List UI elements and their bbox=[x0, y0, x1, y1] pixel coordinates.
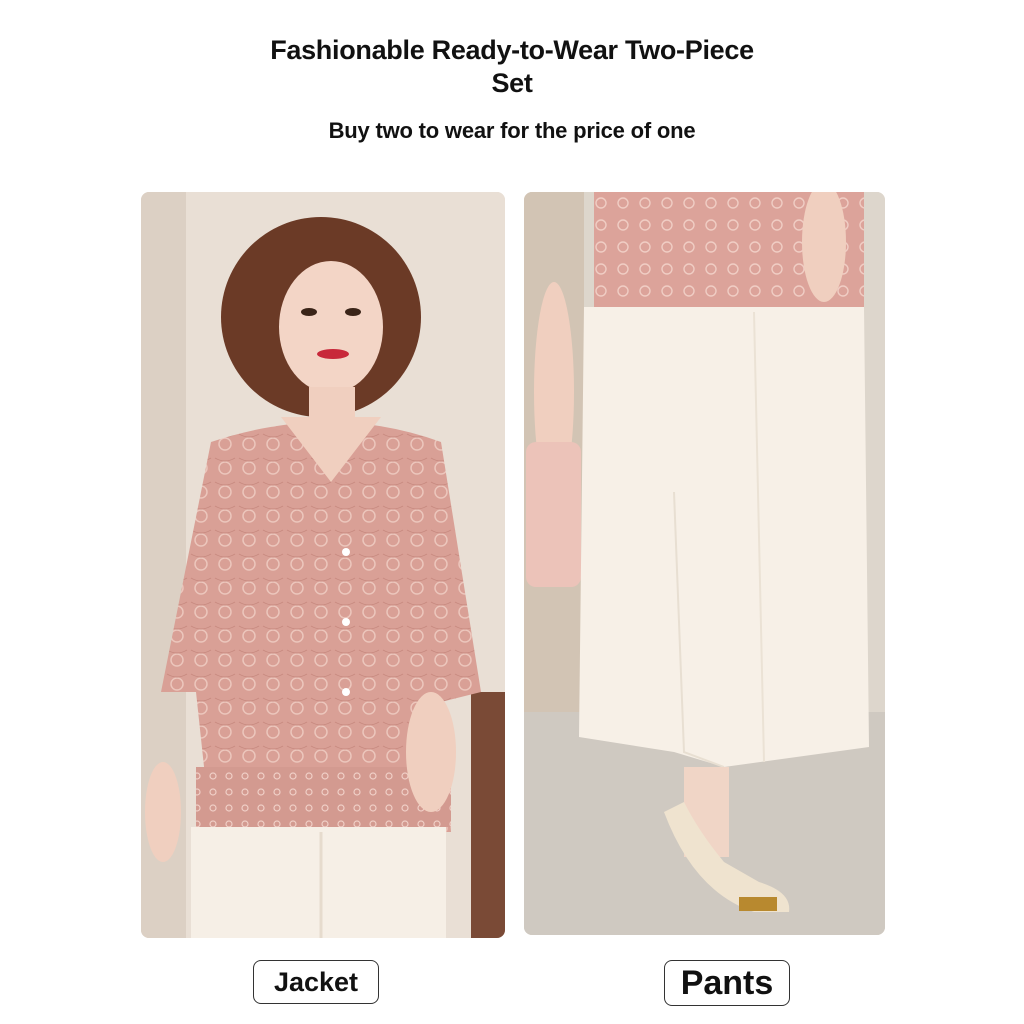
jacket-illustration bbox=[141, 192, 505, 938]
pants-illustration bbox=[524, 192, 885, 935]
pants-photo bbox=[524, 192, 885, 935]
pants-label: Pants bbox=[664, 960, 790, 1006]
jacket-label: Jacket bbox=[253, 960, 379, 1004]
jacket-photo bbox=[141, 192, 505, 938]
page-subtitle: Buy two to wear for the price of one bbox=[328, 118, 696, 143]
page-title: Fashionable Ready-to-Wear Two-Piece Set bbox=[0, 34, 1024, 100]
title-line-2: Set bbox=[491, 68, 533, 98]
title-line-1: Fashionable Ready-to-Wear Two-Piece bbox=[270, 35, 754, 65]
